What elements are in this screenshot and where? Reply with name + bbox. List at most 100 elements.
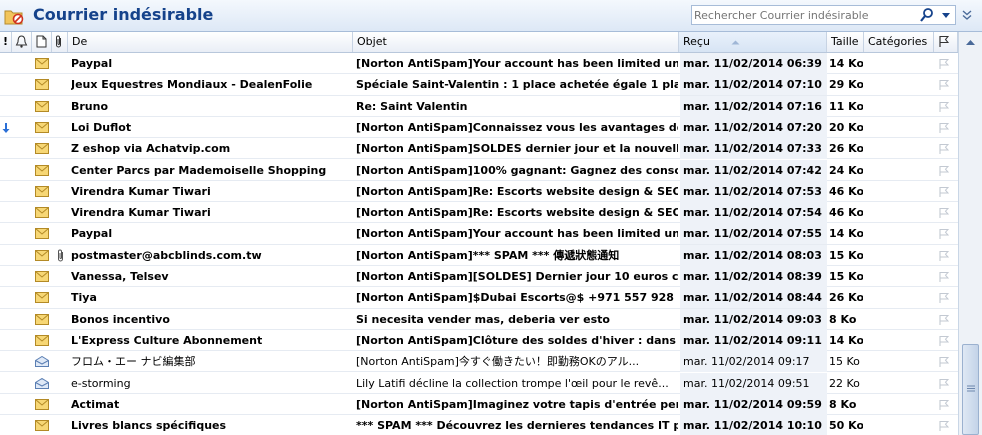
unread-envelope-icon (35, 420, 49, 432)
message-row[interactable]: postmaster@abcblinds.com.tw [Norton AntiS… (0, 244, 958, 266)
message-size: 14 Ko (829, 57, 863, 70)
column-categories[interactable]: Catégories (864, 32, 934, 52)
message-size: 15 Ko (829, 270, 863, 283)
flag-status-icon[interactable] (938, 79, 950, 91)
column-from[interactable]: De (68, 32, 353, 52)
flag-status-icon[interactable] (938, 165, 950, 177)
column-subject[interactable]: Objet (353, 32, 679, 52)
message-size: 8 Ko (829, 397, 857, 411)
flag-status-icon[interactable] (938, 271, 950, 283)
message-row[interactable]: e-storming Lily Latifi décline la collect… (0, 372, 958, 394)
flag-status-icon[interactable] (938, 186, 950, 198)
message-subject: [Norton AntiSpam]100% gagnant: Gagnez de… (356, 163, 678, 177)
message-from: L'Express Culture Abonnement (71, 333, 263, 347)
message-row[interactable]: Z eshop via Achatvip.com [Norton AntiSpam… (0, 138, 958, 160)
read-envelope-icon (35, 377, 49, 389)
scrollbar-thumb[interactable] (962, 344, 979, 435)
message-received: mar. 11/02/2014 09:11 (680, 329, 827, 351)
double-chevron-down-icon[interactable] (960, 8, 974, 22)
message-received: mar. 11/02/2014 08:03 (680, 244, 827, 266)
unread-envelope-icon (35, 271, 49, 282)
low-importance-icon (2, 122, 10, 133)
message-row[interactable]: Paypal [Norton AntiSpam]Your account has … (0, 223, 958, 245)
flag-status-icon[interactable] (938, 292, 950, 304)
unread-envelope-icon (35, 249, 49, 261)
message-subject: [Norton AntiSpam][SOLDES] Dernier jour 1… (356, 270, 678, 283)
search-box (691, 5, 956, 25)
message-from: Virendra Kumar Tiwari (71, 184, 211, 198)
message-size: 26 Ko (829, 291, 863, 305)
message-received: mar. 11/02/2014 07:16 (680, 95, 827, 117)
unread-envelope-icon (35, 207, 49, 219)
message-row[interactable]: フロム・エー ナビ編集部 [Norton AntiSpam]今すぐ働きたい！即勤務… (0, 351, 958, 373)
flag-status-icon[interactable] (938, 335, 950, 347)
column-reminder[interactable] (12, 32, 32, 52)
column-header-bar: ! De Objet Reçu Taille Catégories (0, 32, 958, 53)
folder-title: Courrier indésirable (33, 5, 214, 24)
message-row[interactable]: Virendra Kumar Tiwari [Norton AntiSpam]Re… (0, 202, 958, 224)
chevron-down-icon[interactable] (938, 7, 954, 23)
column-received[interactable]: Reçu (679, 32, 827, 52)
search-icon[interactable] (918, 7, 936, 23)
flag-status-icon[interactable] (938, 356, 950, 368)
message-size: 14 Ko (829, 333, 863, 347)
message-subject: Re: Saint Valentin (356, 99, 468, 113)
message-row[interactable]: Livres blancs spécifiques *** SPAM *** Dé… (0, 415, 958, 435)
message-from: Actimat (71, 397, 120, 411)
message-row[interactable]: Bonos incentivo Si necesita vender mas, d… (0, 308, 958, 330)
message-row[interactable]: Paypal [Norton AntiSpam]Your account has … (0, 53, 958, 75)
reminder-icon (15, 35, 28, 48)
message-row[interactable]: Tiya [Norton AntiSpam]$Dubai Escorts@$ +9… (0, 287, 958, 309)
message-row[interactable]: Center Parcs par Mademoiselle Shopping [N… (0, 159, 958, 181)
column-attachment[interactable] (52, 32, 68, 52)
message-received: mar. 11/02/2014 07:20 (680, 116, 827, 138)
vertical-scrollbar[interactable] (958, 32, 982, 435)
message-row[interactable]: Bruno Re: Saint Valentin mar. 11/02/2014 0… (0, 95, 958, 117)
message-row[interactable]: Vanessa, Telsev [Norton AntiSpam][SOLDES]… (0, 266, 958, 288)
unread-envelope-icon (35, 164, 49, 176)
message-subject: Spéciale Saint-Valentin : 1 place acheté… (356, 78, 678, 92)
message-received: mar. 11/02/2014 09:51 (680, 372, 827, 394)
flag-status-icon[interactable] (938, 122, 950, 134)
column-size[interactable]: Taille (827, 32, 864, 52)
flag-status-icon[interactable] (938, 250, 950, 262)
column-type[interactable] (32, 32, 52, 52)
flag-status-icon[interactable] (938, 228, 950, 240)
flag-status-icon[interactable] (938, 143, 950, 155)
message-row[interactable]: L'Express Culture Abonnement [Norton Anti… (0, 329, 958, 352)
scroll-up-icon[interactable] (962, 34, 979, 51)
message-row[interactable]: Virendra Kumar Tiwari [Norton AntiSpam]Re… (0, 180, 958, 203)
paperclip-icon (56, 35, 61, 48)
message-subject: *** SPAM *** Découvrez les dernieres ten… (356, 419, 678, 433)
message-subject: [Norton AntiSpam]$Dubai Escorts@$ +971 5… (356, 291, 678, 305)
sort-ascending-icon (731, 40, 740, 45)
message-from: Z eshop via Achatvip.com (71, 142, 231, 156)
message-received: mar. 11/02/2014 06:39 (680, 53, 827, 74)
message-row[interactable]: Actimat [Norton AntiSpam]Imaginez votre t… (0, 393, 958, 416)
message-size: 15 Ko (829, 248, 863, 262)
message-received: mar. 11/02/2014 10:10 (680, 415, 827, 435)
message-subject: [Norton AntiSpam]Imaginez votre tapis d'… (356, 397, 678, 411)
unread-envelope-icon (35, 313, 49, 325)
flag-status-icon[interactable] (938, 399, 950, 411)
flag-status-icon[interactable] (938, 101, 950, 113)
flag-status-icon[interactable] (938, 378, 950, 390)
unread-envelope-icon (35, 228, 49, 240)
search-input[interactable] (694, 7, 909, 23)
message-from: Vanessa, Telsev (71, 270, 169, 283)
message-from: Virendra Kumar Tiwari (71, 206, 211, 220)
unread-envelope-icon (35, 143, 49, 155)
flag-status-icon[interactable] (938, 58, 950, 70)
flag-status-icon[interactable] (938, 207, 950, 219)
message-subject: [Norton AntiSpam]Re: Escorts website des… (356, 206, 678, 220)
message-from: Loi Duflot (71, 120, 132, 134)
flag-status-icon[interactable] (938, 420, 950, 432)
message-from: postmaster@abcblinds.com.tw (71, 248, 262, 262)
message-row[interactable]: Loi Duflot [Norton AntiSpam]Connaissez vo… (0, 116, 958, 139)
message-row[interactable]: Jeux Equestres Mondiaux - DealenFolie Spé… (0, 74, 958, 96)
column-flag[interactable] (934, 32, 958, 52)
column-importance[interactable]: ! (0, 32, 12, 52)
message-received: mar. 11/02/2014 07:53 (680, 180, 827, 202)
message-received: mar. 11/02/2014 09:17 (680, 351, 827, 373)
flag-status-icon[interactable] (938, 314, 950, 326)
